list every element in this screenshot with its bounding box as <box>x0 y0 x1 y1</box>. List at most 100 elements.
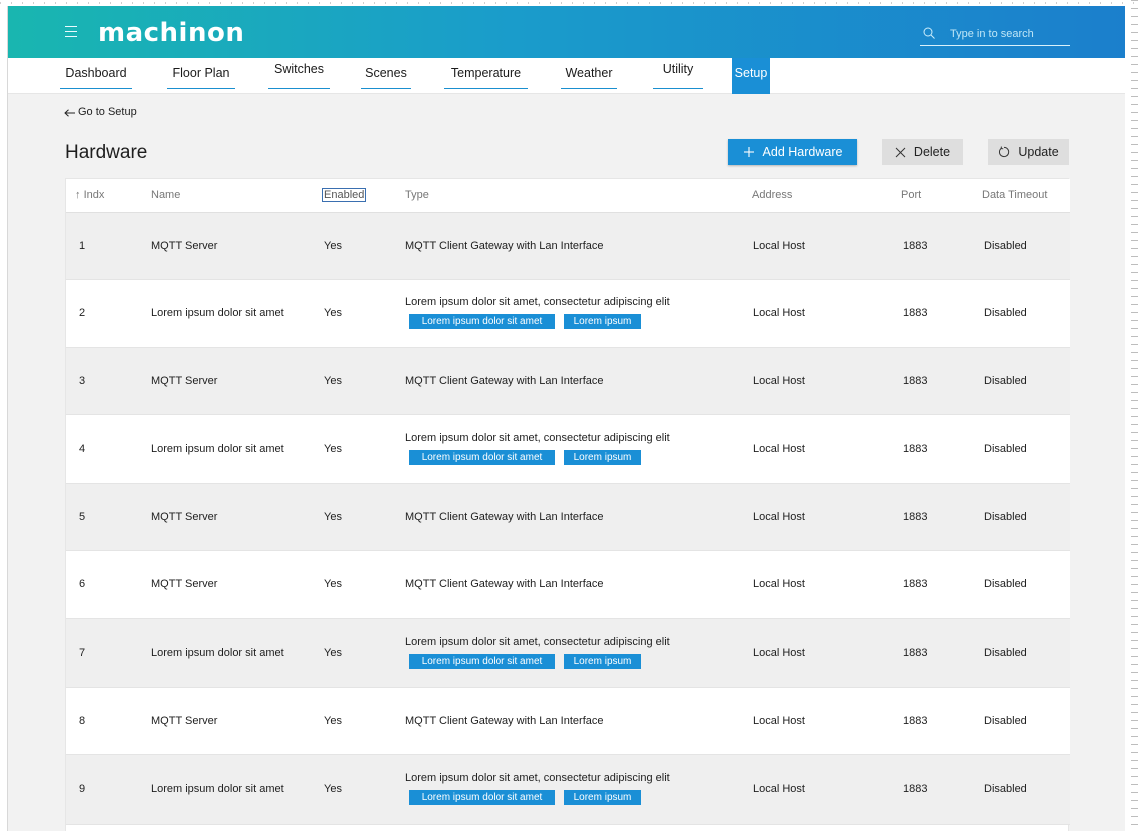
tab-temperature[interactable]: Temperature <box>444 58 528 94</box>
table-row[interactable]: 2 Lorem ipsum dolor sit amet Yes Local Host… <box>66 280 1070 348</box>
main-nav: Dashboard Floor Plan Switches Scenes Tem… <box>8 58 1125 94</box>
menu-icon[interactable] <box>65 26 77 37</box>
close-icon <box>895 147 906 158</box>
row-port: 1883 <box>903 715 928 727</box>
row-enabled: Yes <box>324 578 342 590</box>
tab-weather[interactable]: Weather <box>561 58 617 94</box>
row-type: MQTT Client Gateway with Lan Interface <box>405 715 604 727</box>
table-row[interactable]: 8 MQTT Server Yes Local Host 1883 Disabled MQT… <box>66 688 1070 755</box>
row-timeout: Disabled <box>984 783 1027 795</box>
row-name: MQTT Server <box>151 578 218 590</box>
row-port: 1883 <box>903 578 928 590</box>
canvas-guide-right <box>1127 0 1138 831</box>
table-row[interactable]: 6 MQTT Server Yes Local Host 1883 Disabled MQT… <box>66 551 1070 619</box>
row-timeout: Disabled <box>984 240 1027 252</box>
row-index: 3 <box>79 375 86 387</box>
row-index: 4 <box>79 443 86 455</box>
row-type: Lorem ipsum dolor sit amet, consectetur … <box>405 432 670 444</box>
type-tag[interactable]: Lorem ipsum <box>564 314 641 329</box>
tab-setup[interactable]: Setup <box>732 58 770 94</box>
row-address: Local Host <box>753 307 805 319</box>
row-type: Lorem ipsum dolor sit amet, consectetur … <box>405 296 670 308</box>
tab-label: Scenes <box>365 66 407 80</box>
type-tag[interactable]: Lorem ipsum dolor sit amet <box>409 450 555 465</box>
column-address-header[interactable]: Address <box>752 189 792 201</box>
table-row[interactable]: 9 Lorem ipsum dolor sit amet Yes Local Host… <box>66 755 1070 825</box>
column-enabled-header[interactable]: Enabled <box>322 188 367 202</box>
table-row[interactable]: 4 Lorem ipsum dolor sit amet Yes Local Host… <box>66 415 1070 484</box>
row-index: 1 <box>79 240 86 252</box>
refresh-icon <box>998 146 1010 158</box>
brand-logo: machinon <box>98 18 245 48</box>
page-title: Hardware <box>65 142 148 163</box>
column-name-header[interactable]: Name <box>151 189 180 201</box>
type-tag[interactable]: Lorem ipsum dolor sit amet <box>409 790 555 805</box>
table-row[interactable]: 7 Lorem ipsum dolor sit amet Yes Local Host… <box>66 619 1070 688</box>
add-hardware-button[interactable]: Add Hardware <box>728 139 857 165</box>
type-tag[interactable]: Lorem ipsum <box>564 790 641 805</box>
update-button[interactable]: Update <box>988 139 1069 165</box>
row-type: Lorem ipsum dolor sit amet, consectetur … <box>405 772 670 784</box>
row-index: 9 <box>79 783 86 795</box>
type-tag[interactable]: Lorem ipsum dolor sit amet <box>409 654 555 669</box>
type-tag[interactable]: Lorem ipsum <box>564 654 641 669</box>
row-name: Lorem ipsum dolor sit amet <box>151 783 284 795</box>
tab-underline <box>561 88 617 89</box>
row-name: Lorem ipsum dolor sit amet <box>151 443 284 455</box>
type-tag[interactable]: Lorem ipsum dolor sit amet <box>409 314 555 329</box>
row-index: 7 <box>79 647 86 659</box>
app-window: machinon Dashboard Floor Plan Switches S… <box>7 6 1125 831</box>
row-address: Local Host <box>753 375 805 387</box>
table-row[interactable]: 3 MQTT Server Yes Local Host 1883 Disabled MQT… <box>66 348 1070 415</box>
tab-label: Switches <box>273 62 325 76</box>
row-enabled: Yes <box>324 511 342 523</box>
search-box[interactable] <box>920 26 1070 46</box>
sort-up-icon: ↑ <box>75 189 81 201</box>
tab-label: Floor Plan <box>172 66 230 80</box>
row-timeout: Disabled <box>984 443 1027 455</box>
plus-icon <box>743 146 755 158</box>
row-timeout: Disabled <box>984 375 1027 387</box>
table-row[interactable]: 5 MQTT Server Yes Local Host 1883 Disabled MQT… <box>66 484 1070 551</box>
row-address: Local Host <box>753 511 805 523</box>
column-label: Indx <box>83 189 105 201</box>
row-name: Lorem ipsum dolor sit amet <box>151 647 284 659</box>
tab-switches[interactable]: Switches <box>268 58 330 94</box>
back-link-label: Go to Setup <box>78 106 137 118</box>
row-port: 1883 <box>903 783 928 795</box>
row-enabled: Yes <box>324 783 342 795</box>
tab-label: Dashboard <box>65 66 127 80</box>
row-enabled: Yes <box>324 307 342 319</box>
tab-underline <box>60 88 132 89</box>
row-type: MQTT Client Gateway with Lan Interface <box>405 375 604 387</box>
top-bar: machinon <box>8 6 1125 58</box>
row-name: Lorem ipsum dolor sit amet <box>151 307 284 319</box>
row-enabled: Yes <box>324 240 342 252</box>
column-indx-header[interactable]: ↑ Indx <box>75 189 104 201</box>
table-row[interactable]: 1 MQTT Server Yes Local Host 1883 Disabled MQT… <box>66 213 1070 280</box>
row-enabled: Yes <box>324 715 342 727</box>
tab-scenes[interactable]: Scenes <box>361 58 411 94</box>
row-address: Local Host <box>753 443 805 455</box>
row-name: MQTT Server <box>151 715 218 727</box>
row-index: 2 <box>79 307 86 319</box>
row-port: 1883 <box>903 511 928 523</box>
tab-label: Temperature <box>450 66 522 80</box>
tab-utility[interactable]: Utility <box>653 58 703 94</box>
row-timeout: Disabled <box>984 715 1027 727</box>
column-timeout-header[interactable]: Data Timeout <box>982 189 1047 201</box>
tab-dashboard[interactable]: Dashboard <box>60 58 132 94</box>
row-address: Local Host <box>753 647 805 659</box>
update-label: Update <box>1018 145 1059 159</box>
column-port-header[interactable]: Port <box>901 189 921 201</box>
column-type-header[interactable]: Type <box>405 189 429 201</box>
row-port: 1883 <box>903 307 928 319</box>
table-header: ↑ Indx Name Enabled Type Address Port Da… <box>66 179 1070 213</box>
row-index: 5 <box>79 511 86 523</box>
type-tag[interactable]: Lorem ipsum <box>564 450 641 465</box>
row-name: MQTT Server <box>151 240 218 252</box>
search-input[interactable] <box>950 26 1068 42</box>
tab-floor-plan[interactable]: Floor Plan <box>167 58 235 94</box>
delete-button[interactable]: Delete <box>882 139 963 165</box>
search-icon <box>923 27 935 39</box>
